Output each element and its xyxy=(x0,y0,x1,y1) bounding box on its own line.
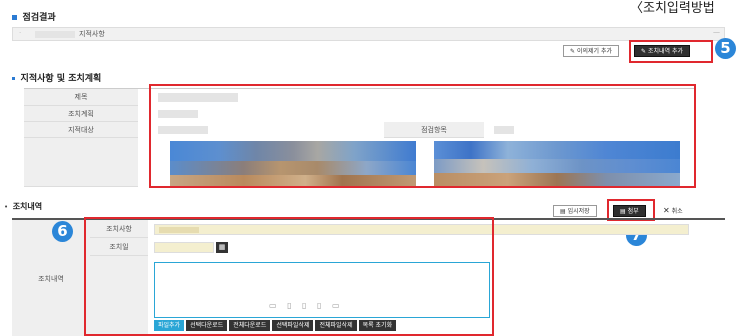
section-square-icon xyxy=(12,15,17,20)
page-title: 점검결과 xyxy=(22,13,56,23)
redacted-text xyxy=(35,31,75,38)
plan-section-header: 지적사항 및 조치계획 xyxy=(12,71,101,84)
plan-label: 조치계획 xyxy=(24,106,138,122)
save-icon: ▤ xyxy=(560,208,566,215)
collapse-icon[interactable]: — xyxy=(713,28,720,36)
temp-save-label: 임시저장 xyxy=(567,208,590,215)
section-square-icon xyxy=(12,77,15,80)
page-header: 점검결과 xyxy=(12,10,56,23)
close-icon: ✕ xyxy=(663,206,670,215)
target-label: 지적대상 xyxy=(24,122,138,138)
measure-section-title: 조치내역 xyxy=(12,202,43,211)
pencil-icon: ✎ xyxy=(641,48,647,55)
highlight-box-plan xyxy=(149,84,696,188)
cancel-label: 취소 xyxy=(671,208,683,215)
bullet-icon: • xyxy=(4,203,9,211)
measure-side-label: 조치내역 xyxy=(12,220,90,336)
temp-save-button[interactable]: ▤ 임시저장 xyxy=(553,205,597,217)
cancel-button[interactable]: ✕ 취소 xyxy=(657,205,689,217)
plan-section-title: 지적사항 및 조치계획 xyxy=(20,74,102,84)
measure-section-header: • 조치내역 xyxy=(4,201,42,212)
objection-add-button[interactable]: ✎ 이의제기 추가 xyxy=(563,45,619,57)
finding-label: 지적사항 xyxy=(79,30,105,38)
measure-add-label: 조치내역 추가 xyxy=(647,48,683,55)
method-label: 〈조치입력방법 xyxy=(630,1,715,16)
callout-6: 6 xyxy=(52,221,73,242)
measure-add-button[interactable]: ✎ 조치내역 추가 xyxy=(634,45,690,57)
finding-bar[interactable]: · 지적사항 — xyxy=(12,27,725,41)
callout-5: 5 xyxy=(715,38,736,59)
pencil-icon: ✎ xyxy=(570,48,576,55)
bullet-dot: · xyxy=(19,29,22,37)
objection-add-label: 이의제기 추가 xyxy=(576,48,612,55)
subject-label: 제목 xyxy=(24,89,138,106)
section-divider xyxy=(0,190,736,198)
image-row-label xyxy=(24,138,138,187)
highlight-box-6 xyxy=(84,217,494,336)
